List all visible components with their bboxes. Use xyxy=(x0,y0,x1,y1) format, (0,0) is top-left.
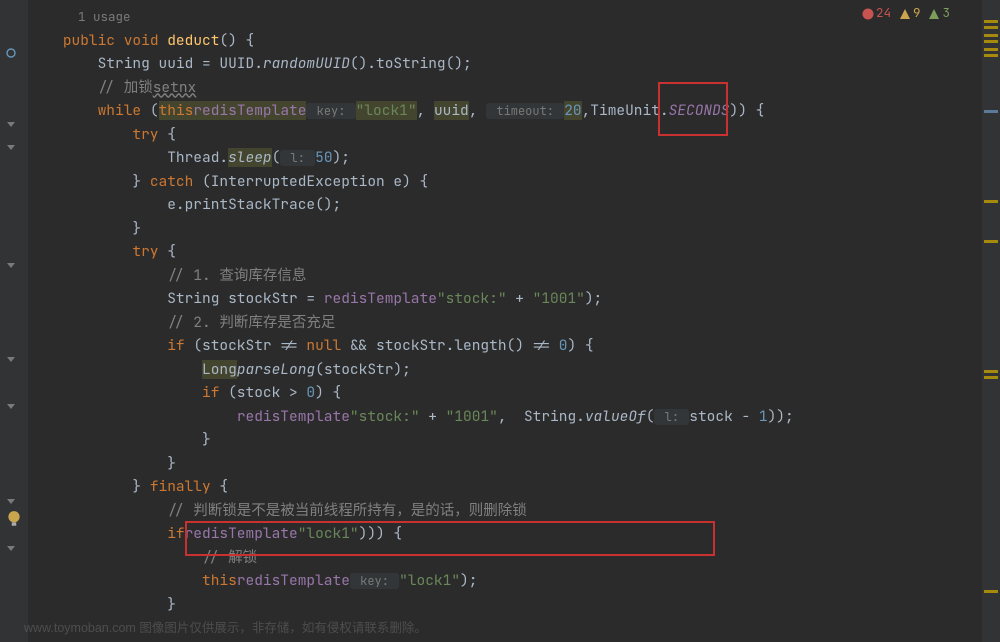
code-line[interactable]: ifredisTemplate"lock1"))) { xyxy=(28,522,982,546)
stripe-marker[interactable] xyxy=(984,26,998,29)
code-line[interactable]: try { xyxy=(28,240,982,264)
code-line[interactable]: public void deduct() { xyxy=(28,29,982,53)
code-editor[interactable]: 24 9 3 1 usage public void deduct() { St… xyxy=(28,0,982,642)
stripe-marker[interactable] xyxy=(984,370,998,373)
fold-marker-icon[interactable] xyxy=(6,256,22,272)
stripe-marker[interactable] xyxy=(984,590,998,593)
intention-bulb-icon[interactable] xyxy=(5,510,23,528)
code-line[interactable]: } catch (InterruptedException e) { xyxy=(28,170,982,194)
stripe-marker[interactable] xyxy=(984,20,998,23)
stripe-marker[interactable] xyxy=(984,110,998,113)
stripe-marker[interactable] xyxy=(984,48,998,51)
fold-marker-icon[interactable] xyxy=(6,397,22,413)
stripe-marker[interactable] xyxy=(984,376,998,379)
code-line[interactable]: // 1. 查询库存信息 xyxy=(28,264,982,288)
code-line[interactable]: } xyxy=(28,217,982,241)
code-line[interactable]: // 加锁setnx xyxy=(28,76,982,100)
code-line[interactable]: // 判断锁是不是被当前线程所持有，是的话，则删除锁 xyxy=(28,499,982,523)
code-line[interactable]: // 解锁 xyxy=(28,546,982,570)
fold-marker-icon[interactable] xyxy=(6,115,22,131)
stripe-marker[interactable] xyxy=(984,200,998,203)
code-line[interactable]: thisredisTemplate key: "lock1"); xyxy=(28,569,982,593)
override-marker-icon[interactable] xyxy=(6,44,22,60)
code-line[interactable]: LongparseLong(stockStr); xyxy=(28,358,982,382)
fold-marker-icon[interactable] xyxy=(6,138,22,154)
code-line[interactable]: } xyxy=(28,452,982,476)
code-line[interactable]: } xyxy=(28,428,982,452)
code-line[interactable]: } xyxy=(28,593,982,617)
stripe-marker[interactable] xyxy=(984,240,998,243)
editor-gutter xyxy=(0,0,28,642)
code-line[interactable]: if (stock > 0) { xyxy=(28,381,982,405)
code-line[interactable]: e.printStackTrace(); xyxy=(28,193,982,217)
code-line[interactable]: if (stockStr != null && stockStr.length(… xyxy=(28,334,982,358)
usages-hint[interactable]: 1 usage xyxy=(28,5,982,29)
error-stripe[interactable] xyxy=(982,0,1000,642)
fold-marker-icon[interactable] xyxy=(6,350,22,366)
fold-marker-icon[interactable] xyxy=(6,539,22,555)
stripe-marker[interactable] xyxy=(984,34,998,37)
code-line[interactable]: redisTemplate"stock:" + "1001", String.v… xyxy=(28,405,982,429)
code-line[interactable]: } finally { xyxy=(28,475,982,499)
stripe-marker[interactable] xyxy=(984,54,998,57)
code-line[interactable]: while (thisredisTemplate key: "lock1", u… xyxy=(28,99,982,123)
stripe-marker[interactable] xyxy=(984,40,998,43)
code-line[interactable]: try { xyxy=(28,123,982,147)
code-line[interactable]: // 2. 判断库存是否充足 xyxy=(28,311,982,335)
code-line[interactable]: Thread.sleep( l: 50); xyxy=(28,146,982,170)
code-line[interactable]: String stockStr = redisTemplate"stock:" … xyxy=(28,287,982,311)
fold-marker-icon[interactable] xyxy=(6,492,22,508)
code-line[interactable]: String uuid = UUID.randomUUID().toString… xyxy=(28,52,982,76)
